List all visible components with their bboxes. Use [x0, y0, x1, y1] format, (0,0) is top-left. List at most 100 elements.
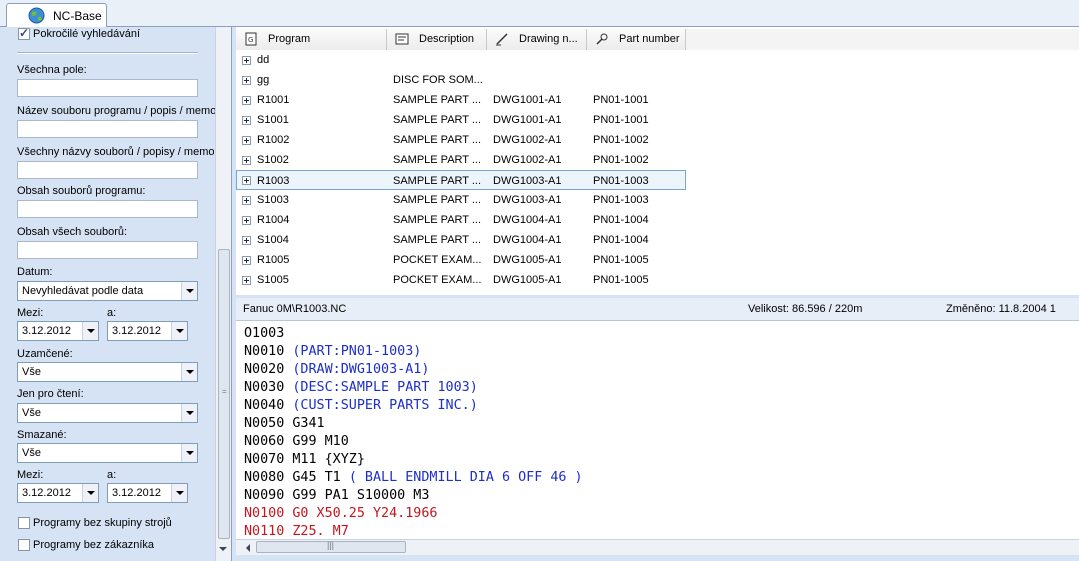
- scroll-thumb[interactable]: |||: [256, 540, 406, 553]
- cell-program: R1001: [257, 94, 290, 106]
- no-machine-group-checkbox[interactable]: [18, 517, 30, 529]
- column-header-program[interactable]: G Program: [236, 29, 387, 50]
- scroll-thumb[interactable]: =: [218, 249, 230, 539]
- code-line: N0020 (DRAW:DWG1003-A1): [244, 361, 429, 379]
- date-filter-select[interactable]: Nevyhledávat podle data: [17, 281, 198, 301]
- cell-drawing: DWG1003-A1: [493, 194, 562, 206]
- table-row[interactable]: S1004 SAMPLE PART ... DWG1004-A1 PN01-1004: [236, 230, 686, 250]
- to-date-picker-2[interactable]: 3.12.2012: [107, 483, 188, 503]
- expand-icon[interactable]: [242, 256, 251, 265]
- to-date-value-1: 3.12.2012: [112, 325, 161, 337]
- bottom-border: [236, 555, 1079, 561]
- column-header-part[interactable]: Part number: [587, 29, 686, 50]
- cell-drawing: DWG1003-A1: [493, 175, 562, 187]
- from-date-picker-1[interactable]: 3.12.2012: [17, 321, 99, 341]
- expand-icon[interactable]: [242, 236, 251, 245]
- grip-icon: =: [222, 387, 227, 396]
- all-names-input[interactable]: [17, 161, 198, 179]
- part-tool-icon: [596, 33, 608, 45]
- code-line: N0060 G99 M10: [244, 433, 349, 451]
- code-line: N0030 (DESC:SAMPLE PART 1003): [244, 379, 478, 397]
- chevron-down-icon: [82, 484, 98, 502]
- column-header-drawing[interactable]: Drawing n...: [487, 29, 587, 50]
- cell-description: POCKET EXAM...: [393, 254, 482, 266]
- expand-icon[interactable]: [242, 196, 251, 205]
- cell-program: S1004: [257, 234, 289, 246]
- editor-horizontal-scrollbar[interactable]: |||: [236, 539, 1079, 555]
- cell-part: PN01-1002: [593, 154, 649, 166]
- readonly-select[interactable]: Vše: [17, 403, 198, 423]
- and-label-2: a:: [107, 469, 117, 481]
- code-text: N0060 G99 M10: [244, 434, 349, 449]
- tab-nc-base[interactable]: NC-Base: [6, 3, 107, 28]
- table-row[interactable]: S1001 SAMPLE PART ... DWG1001-A1 PN01-1001: [236, 110, 686, 130]
- all-fields-input[interactable]: [17, 79, 198, 97]
- program-content-input[interactable]: [17, 200, 198, 218]
- table-row[interactable]: R1004 SAMPLE PART ... DWG1004-A1 PN01-1004: [236, 210, 686, 230]
- cell-description: SAMPLE PART ...: [393, 94, 482, 106]
- expand-icon[interactable]: [242, 276, 251, 285]
- scroll-down-arrow-icon[interactable]: [219, 547, 227, 551]
- advanced-search-checkbox[interactable]: [18, 27, 30, 40]
- expand-icon[interactable]: [242, 136, 251, 145]
- expand-icon[interactable]: [242, 156, 251, 165]
- cell-drawing: DWG1002-A1: [493, 134, 562, 146]
- cell-program: R1005: [257, 254, 290, 266]
- table-row[interactable]: gg DISC FOR SOM...: [236, 70, 686, 90]
- editor-file-size: Velikost: 86.596 / 220m: [748, 303, 863, 315]
- left-panel-scrollbar[interactable]: =: [215, 27, 231, 561]
- chevron-down-icon: [171, 322, 187, 340]
- table-row[interactable]: S1005 POCKET EXAM... DWG1005-A1 PN01-1005: [236, 270, 686, 290]
- cell-drawing: DWG1001-A1: [493, 114, 562, 126]
- to-date-value-2: 3.12.2012: [112, 487, 161, 499]
- name-desc-memo-input[interactable]: [17, 120, 198, 138]
- code-comment: (PART:PN01-1003): [292, 344, 422, 359]
- code-text: N0100 G0 X50.25 Y24.1966: [244, 506, 438, 521]
- cell-part: PN01-1003: [593, 194, 649, 206]
- column-header-description[interactable]: Description: [387, 29, 487, 50]
- cell-drawing: DWG1004-A1: [493, 234, 562, 246]
- no-customer-checkbox[interactable]: [18, 539, 30, 551]
- readonly-label: Jen pro čtení:: [17, 388, 84, 400]
- code-text: N0110 Z25. M7: [244, 524, 349, 539]
- to-date-picker-1[interactable]: 3.12.2012: [107, 321, 188, 341]
- cell-description: SAMPLE PART ...: [393, 154, 482, 166]
- deleted-select[interactable]: Vše: [17, 443, 198, 463]
- tab-label: NC-Base: [53, 9, 102, 23]
- editor-filename: Fanuc 0M\R1003.NC: [243, 303, 347, 315]
- table-row[interactable]: R1001 SAMPLE PART ... DWG1001-A1 PN01-1001: [236, 90, 686, 110]
- cell-description: SAMPLE PART ...: [393, 214, 482, 226]
- from-date-picker-2[interactable]: 3.12.2012: [17, 483, 99, 503]
- between-label-1: Mezi:: [17, 307, 44, 319]
- table-row[interactable]: R1002 SAMPLE PART ... DWG1002-A1 PN01-1002: [236, 130, 686, 150]
- expand-icon[interactable]: [242, 56, 251, 65]
- table-row[interactable]: S1003 SAMPLE PART ... DWG1003-A1 PN01-1003: [236, 190, 686, 210]
- chevron-down-icon: [181, 363, 197, 381]
- cell-description: POCKET EXAM...: [393, 274, 482, 286]
- code-text: N0080 G45 T1: [244, 470, 349, 485]
- expand-icon[interactable]: [242, 96, 251, 105]
- advanced-search-label: Pokročilé vyhledávání: [33, 28, 141, 40]
- all-content-input[interactable]: [17, 241, 198, 259]
- program-content-label: Obsah souborů programu:: [17, 185, 146, 197]
- scroll-left-arrow-icon[interactable]: [246, 544, 250, 552]
- expand-icon[interactable]: [242, 116, 251, 125]
- code-comment: (CUST:SUPER PARTS INC.): [292, 398, 478, 413]
- table-row-selected[interactable]: R1003 SAMPLE PART ... DWG1003-A1 PN01-1003: [236, 170, 686, 190]
- cell-program: R1003: [257, 175, 290, 187]
- advanced-search-panel: Pokročilé vyhledávání Všechna pole: Náze…: [0, 27, 232, 561]
- column-label-drawing: Drawing n...: [519, 33, 578, 45]
- pencil-icon: [496, 33, 508, 46]
- and-label-1: a:: [107, 307, 117, 319]
- table-row[interactable]: S1002 SAMPLE PART ... DWG1002-A1 PN01-1002: [236, 150, 686, 170]
- table-row[interactable]: R1005 POCKET EXAM... DWG1005-A1 PN01-1005: [236, 250, 686, 270]
- locked-select[interactable]: Vše: [17, 362, 198, 382]
- table-row[interactable]: dd: [236, 50, 686, 70]
- expand-icon[interactable]: [242, 176, 251, 185]
- cell-program: S1002: [257, 154, 289, 166]
- cell-description: SAMPLE PART ...: [393, 194, 482, 206]
- expand-icon[interactable]: [242, 216, 251, 225]
- cell-program: gg: [257, 74, 270, 86]
- expand-icon[interactable]: [242, 76, 251, 85]
- nc-code-editor[interactable]: O1003 N0010 (PART:PN01-1003) N0020 (DRAW…: [236, 321, 1079, 539]
